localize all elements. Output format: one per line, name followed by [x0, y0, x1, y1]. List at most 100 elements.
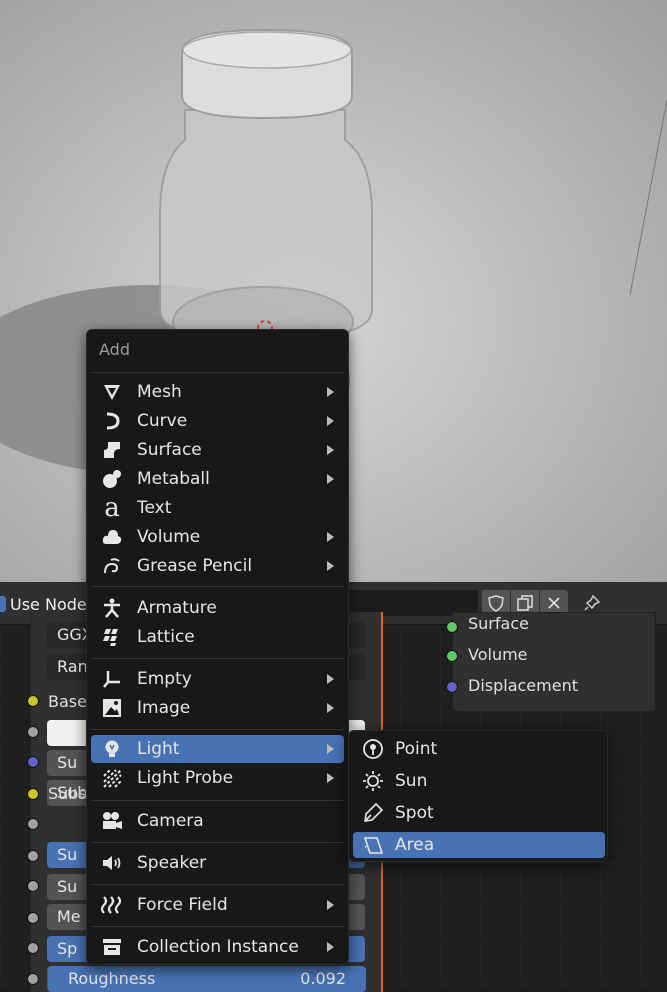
add-menu-title: Add — [99, 340, 130, 359]
specular-tint-socket[interactable] — [27, 942, 39, 954]
submenu-arrow-icon — [327, 445, 334, 455]
menu-item-text[interactable]: a Text — [91, 494, 344, 522]
subsurface-radius-socket[interactable] — [27, 756, 39, 768]
submenu-arrow-icon — [327, 942, 334, 952]
subsurface-method-value: Ran — [57, 657, 88, 676]
subsurface-slider-2-label: Su — [57, 877, 78, 896]
submenu-arrow-icon — [327, 900, 334, 910]
base-color-socket[interactable] — [27, 695, 39, 707]
submenu-arrow-icon — [327, 703, 334, 713]
surface-icon — [104, 442, 120, 458]
submenu-item-label: Spot — [395, 803, 434, 823]
submenu-arrow-icon — [327, 674, 334, 684]
submenu-arrow-icon — [327, 561, 334, 571]
divider — [91, 729, 344, 730]
submenu-item-label: Point — [395, 739, 438, 759]
menu-item-surface[interactable]: Surface — [91, 436, 344, 464]
menu-item-label: Grease Pencil — [137, 556, 253, 576]
divider — [91, 658, 344, 659]
menu-item-label: Light — [137, 739, 180, 759]
menu-item-label: Volume — [137, 527, 201, 547]
surface-socket[interactable] — [446, 621, 458, 633]
roughness-socket[interactable] — [27, 973, 39, 985]
menu-item-mesh[interactable]: Mesh — [91, 378, 344, 406]
force-field-icon — [101, 896, 122, 914]
menu-item-speaker[interactable]: Speaker — [91, 849, 344, 877]
light-submenu: Point Sun Spot Area — [348, 730, 608, 862]
roughness-value: 0.092 — [300, 969, 346, 988]
volume-socket[interactable] — [446, 650, 458, 662]
menu-item-lattice[interactable]: Lattice — [91, 623, 344, 651]
camera-icon — [103, 812, 122, 829]
menu-item-label: Speaker — [137, 853, 207, 873]
metaball-icon — [103, 470, 121, 488]
subsurface-color-socket[interactable] — [27, 788, 39, 800]
menu-item-image[interactable]: Image — [91, 694, 344, 722]
mesh-icon — [104, 385, 120, 400]
menu-item-force-field[interactable]: Force Field — [91, 891, 344, 919]
subsurface-socket[interactable] — [27, 726, 39, 738]
menu-item-volume[interactable]: Volume — [91, 523, 344, 551]
displacement-socket[interactable] — [446, 681, 458, 693]
menu-item-label: Metaball — [137, 469, 210, 489]
menu-item-label: Surface — [137, 440, 202, 460]
menu-item-label: Text — [137, 498, 172, 518]
socket[interactable] — [27, 818, 39, 830]
specular-socket[interactable] — [27, 912, 39, 924]
menu-item-label: Camera — [137, 811, 204, 831]
submenu-arrow-icon — [327, 387, 334, 397]
menu-item-collection-instance[interactable]: Collection Instance — [91, 933, 344, 961]
grease-pencil-icon — [104, 558, 120, 574]
use-nodes-label: Use Node — [10, 594, 87, 614]
submenu-item-point[interactable]: Point — [353, 736, 605, 762]
menu-item-empty[interactable]: Empty — [91, 665, 344, 693]
submenu-item-area[interactable]: Area — [353, 832, 605, 858]
menu-item-label: Curve — [137, 411, 188, 431]
divider — [91, 884, 344, 885]
shield-icon — [488, 595, 504, 612]
specular-label: Sp — [57, 939, 78, 958]
menu-item-light[interactable]: Light — [91, 735, 344, 763]
empty-icon — [103, 671, 120, 688]
roughness-slider[interactable]: Roughness 0.092 — [48, 966, 366, 992]
submenu-item-label: Area — [395, 835, 435, 855]
armature-icon — [104, 598, 120, 618]
roughness-label: Roughness — [68, 969, 156, 988]
text-icon: a — [104, 493, 120, 523]
menu-item-grease-pencil[interactable]: Grease Pencil — [91, 552, 344, 580]
close-icon — [548, 597, 560, 609]
point-light-icon — [363, 739, 383, 759]
metallic-label: Me — [57, 907, 81, 926]
menu-item-light-probe[interactable]: Light Probe — [91, 764, 344, 792]
collection-icon — [103, 939, 121, 955]
menu-item-curve[interactable]: Curve — [91, 407, 344, 435]
spot-light-icon — [364, 802, 384, 822]
submenu-item-label: Sun — [395, 771, 428, 791]
speaker-icon — [103, 856, 121, 870]
socket[interactable] — [27, 850, 39, 862]
menu-item-metaball[interactable]: Metaball — [91, 465, 344, 493]
material-output-node[interactable]: Surface Volume Displacement — [446, 612, 656, 712]
divider — [91, 800, 344, 801]
menu-item-label: Empty — [137, 669, 192, 689]
menu-item-armature[interactable]: Armature — [91, 594, 344, 622]
volume-icon — [102, 530, 122, 544]
curve-icon — [106, 412, 120, 430]
duplicate-icon — [517, 595, 533, 611]
divider — [91, 926, 344, 927]
submenu-arrow-icon — [327, 532, 334, 542]
submenu-arrow-icon — [327, 744, 334, 754]
subsurface-slider-1-label: Su — [57, 845, 78, 864]
metallic-socket[interactable] — [27, 880, 39, 892]
submenu-item-sun[interactable]: Sun — [353, 768, 605, 794]
submenu-item-spot[interactable]: Spot — [353, 800, 605, 826]
menu-item-label: Image — [137, 698, 191, 718]
divider — [91, 586, 344, 587]
image-icon — [103, 699, 121, 717]
menu-item-camera[interactable]: Camera — [91, 807, 344, 835]
menu-item-label: Lattice — [137, 627, 195, 647]
divider — [91, 842, 344, 843]
submenu-arrow-icon — [327, 773, 334, 783]
surface-socket-label: Surface — [468, 614, 529, 633]
subsurface-color-label: Subs — [48, 784, 87, 803]
